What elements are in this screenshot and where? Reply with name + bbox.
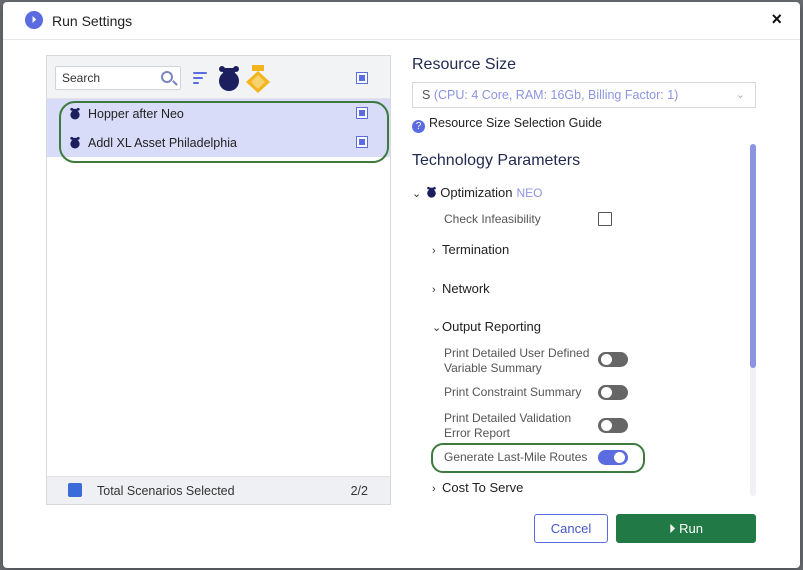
check-infeasibility-label: Check Infeasibility (444, 212, 541, 226)
optimization-section[interactable]: ⌄ Optimization NEO (412, 185, 543, 200)
scenario-toolbar: Search (47, 56, 390, 99)
settings-panel: Resource Size S (CPU: 4 Core, RAM: 16Gb,… (412, 2, 757, 568)
scenario-footer: Total Scenarios Selected 2/2 (47, 476, 390, 504)
run-settings-dialog: ⏵ Run Settings × Search Hopper after Neo… (3, 2, 800, 568)
detailed-udv-summary-toggle[interactable] (598, 352, 628, 367)
scenario-name: Hopper after Neo (88, 107, 184, 121)
network-section[interactable]: › Network (432, 281, 490, 296)
technology-parameters-title: Technology Parameters (412, 152, 581, 169)
resource-size-detail: (CPU: 4 Core, RAM: 16Gb, Billing Factor:… (433, 88, 679, 102)
chevron-down-icon: ⌄ (412, 188, 422, 200)
scenario-panel: Search Hopper after Neo Addl XL Asset Ph… (46, 55, 391, 505)
neo-scenario-icon (70, 107, 80, 120)
engine-tag: NEO (516, 186, 543, 200)
total-selected-count: 2/2 (350, 484, 368, 498)
sort-icon[interactable] (193, 72, 207, 84)
neo-engine-icon (426, 186, 436, 198)
output-reporting-section[interactable]: ⌄Output Reporting (432, 319, 541, 334)
chevron-right-icon: › (432, 284, 436, 296)
toggle-label: Print Detailed Validation Error Report (444, 411, 572, 440)
run-icon: ⏵ (669, 521, 676, 536)
last-mile-routes-toggle[interactable] (598, 450, 628, 465)
resource-size-title: Resource Size (412, 56, 517, 73)
validation-error-report-toggle[interactable] (598, 418, 628, 433)
toggle-label: Print Constraint Summary (444, 385, 582, 399)
run-button[interactable]: ⏵ Run (616, 514, 756, 543)
run-logo-icon: ⏵ (25, 11, 43, 29)
scenario-row[interactable]: Hopper after Neo (47, 99, 390, 128)
termination-section[interactable]: › Termination (432, 242, 509, 257)
resource-guide-label: Resource Size Selection Guide (429, 116, 603, 130)
chevron-right-icon: › (432, 483, 436, 495)
scenario-name: Addl XL Asset Philadelphia (88, 136, 237, 150)
scenario-row[interactable]: Addl XL Asset Philadelphia (47, 128, 390, 157)
chevron-down-icon: ⌄ (735, 89, 745, 101)
output-reporting-label: Output Reporting (442, 319, 542, 334)
constraint-summary-toggle[interactable] (598, 385, 628, 400)
help-icon: ? (412, 120, 425, 133)
hopper-engine-icon[interactable] (245, 64, 271, 94)
resource-size-value: S (422, 88, 431, 102)
toggle-label: Print Detailed User Defined Variable Summ… (444, 346, 590, 375)
scenario-checkbox[interactable] (356, 107, 368, 119)
network-label: Network (442, 281, 490, 296)
cost-to-serve-section[interactable]: › Cost To Serve (432, 480, 523, 495)
scenario-list: Hopper after Neo Addl XL Asset Philadelp… (47, 99, 390, 157)
resource-size-select[interactable]: S (CPU: 4 Core, RAM: 16Gb, Billing Facto… (412, 82, 756, 108)
neo-engine-icon[interactable] (218, 64, 240, 92)
termination-label: Termination (442, 242, 510, 257)
chevron-down-icon: ⌄ (432, 322, 442, 334)
scrollbar-thumb[interactable] (750, 144, 756, 368)
neo-scenario-icon (70, 136, 80, 149)
toggle-label: Generate Last-Mile Routes (444, 450, 588, 464)
close-icon[interactable]: × (771, 9, 782, 30)
dialog-title: Run Settings (52, 13, 133, 29)
resource-guide-link[interactable]: ? Resource Size Selection Guide (412, 116, 602, 133)
scenario-checkbox[interactable] (356, 136, 368, 148)
parameters-list: ⌄ Optimization NEO Check Infeasibility › T… (412, 177, 742, 497)
scenarios-icon (68, 483, 82, 497)
optimization-label: Optimization (440, 185, 513, 200)
cost-to-serve-label: Cost To Serve (442, 480, 524, 495)
search-icon[interactable] (161, 71, 173, 83)
chevron-right-icon: › (432, 245, 436, 257)
check-infeasibility-checkbox[interactable] (598, 212, 612, 226)
run-label: Run (679, 521, 703, 536)
total-selected-label: Total Scenarios Selected (97, 484, 235, 498)
cancel-button[interactable]: Cancel (534, 514, 608, 543)
select-all-checkbox[interactable] (356, 72, 368, 84)
